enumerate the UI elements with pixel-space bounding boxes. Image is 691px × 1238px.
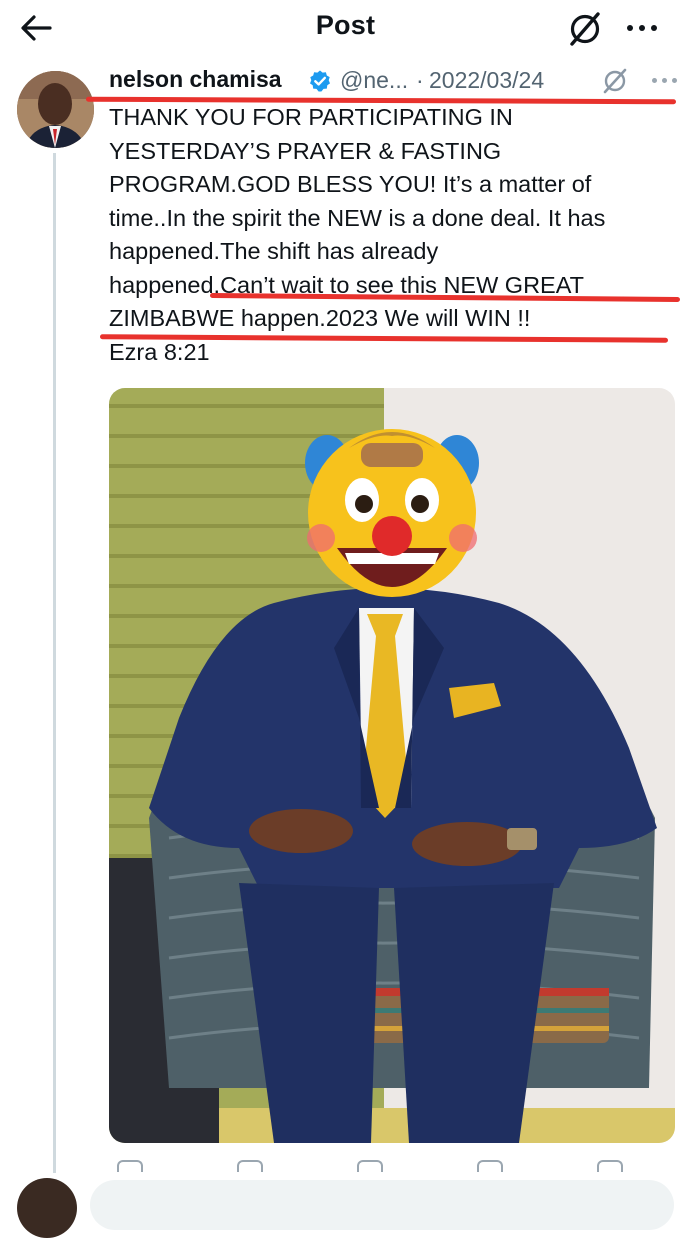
views-icon[interactable] <box>477 1160 503 1172</box>
current-user-avatar[interactable] <box>17 1178 77 1238</box>
author-handle[interactable]: @ne... <box>340 67 408 94</box>
bookmark-icon[interactable] <box>597 1160 623 1172</box>
post-header: nelson chamisa @ne... · 2022/03/24 <box>109 66 677 100</box>
top-bar: Post <box>0 0 691 58</box>
post-more-button[interactable] <box>649 74 683 88</box>
repost-icon[interactable] <box>237 1160 263 1172</box>
post-date[interactable]: 2022/03/24 <box>429 67 544 94</box>
author-name[interactable]: nelson chamisa <box>109 66 282 93</box>
like-icon[interactable] <box>357 1160 383 1172</box>
reply-input[interactable] <box>90 1180 674 1230</box>
author-avatar[interactable] <box>17 71 94 148</box>
grok-icon <box>603 68 627 94</box>
post-image[interactable] <box>109 388 675 1143</box>
grok-button[interactable] <box>601 67 629 95</box>
post-actions <box>109 1160 675 1172</box>
post-text: THANK YOU FOR PARTICIPATING IN YESTERDAY… <box>109 104 606 365</box>
thread-line <box>53 153 56 1173</box>
separator-dot: · <box>416 67 424 93</box>
verified-badge-icon <box>310 70 330 92</box>
grok-icon <box>570 12 600 46</box>
reply-icon[interactable] <box>117 1160 143 1172</box>
more-options-button[interactable] <box>622 12 662 42</box>
grok-button[interactable] <box>566 10 604 48</box>
